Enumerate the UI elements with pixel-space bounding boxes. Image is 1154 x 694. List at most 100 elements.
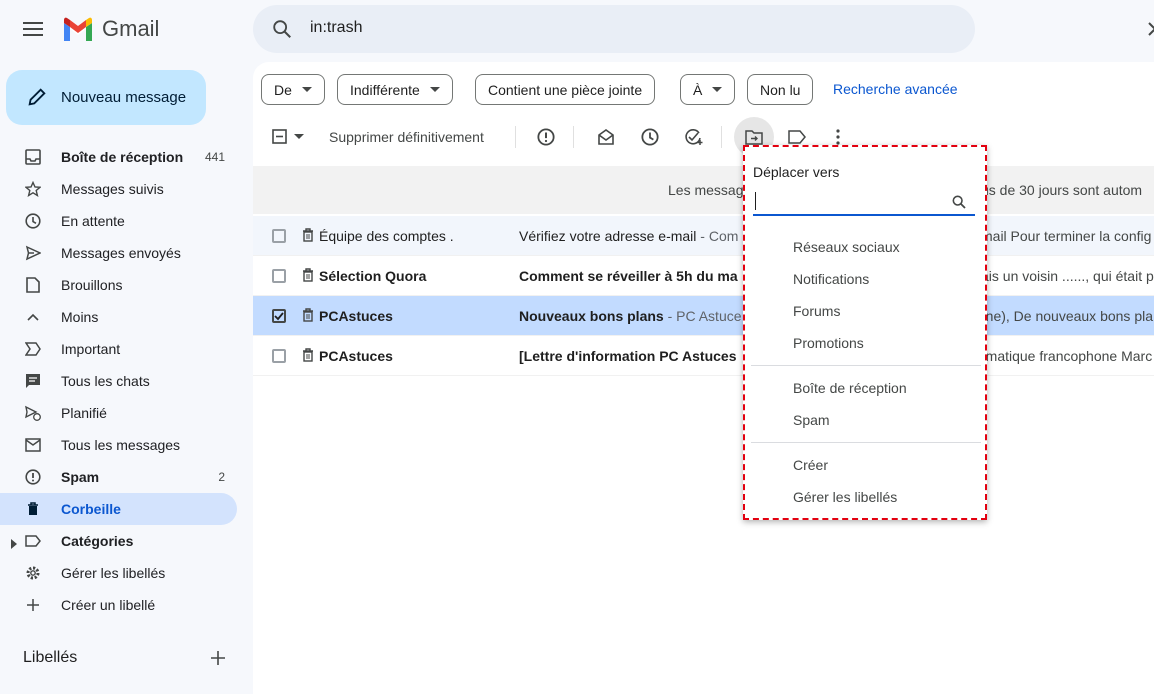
- compose-label: Nouveau message: [61, 89, 187, 106]
- text-cursor: [755, 192, 756, 210]
- add-to-tasks-icon[interactable]: [683, 126, 705, 148]
- table-row[interactable]: PCAstuces Nouveaux bons plans - PC Astuc…: [253, 296, 1154, 336]
- email-sender: Équipe des comptes .: [319, 228, 454, 244]
- search-bar[interactable]: in:trash: [253, 5, 1154, 53]
- app-name: Gmail: [102, 16, 160, 41]
- trash-icon: [302, 308, 314, 325]
- move-to-menu-title: Déplacer vers: [753, 164, 840, 180]
- sidebar-item-inbox[interactable]: Boîte de réception 441: [0, 141, 237, 173]
- email-subject: Nouveaux bons plans - PC Astuce: [519, 308, 742, 324]
- important-icon: [24, 340, 42, 358]
- draft-file-icon: [24, 276, 42, 294]
- dropdown-arrow-icon: [301, 86, 312, 92]
- table-row[interactable]: Équipe des comptes . Vérifiez votre adre…: [253, 216, 1154, 256]
- add-label-plus-icon[interactable]: [208, 648, 228, 673]
- menu-item-inbox[interactable]: Boîte de réception: [793, 380, 907, 396]
- move-to-menu: Déplacer vers Réseaux sociaux Notificati…: [743, 145, 987, 520]
- clock-icon: [24, 212, 42, 230]
- toolbar-divider: [573, 126, 574, 148]
- expand-arrow-icon[interactable]: [11, 536, 17, 554]
- clear-search-icon[interactable]: [1143, 17, 1154, 46]
- menu-item-notifications[interactable]: Notifications: [793, 271, 869, 287]
- menu-item-create[interactable]: Créer: [793, 457, 828, 473]
- scheduled-send-icon: [24, 404, 42, 422]
- email-sender: Sélection Quora: [319, 268, 427, 284]
- menu-item-spam[interactable]: Spam: [793, 412, 830, 428]
- table-row[interactable]: PCAstuces [Lettre d'information PC Astuc…: [253, 336, 1154, 376]
- main-menu-button[interactable]: [18, 14, 48, 44]
- gmail-logo[interactable]: Gmail: [62, 16, 159, 42]
- trash-notice-banner: Les messag us de 30 jours sont autom: [253, 166, 1154, 214]
- trash-notice-text-right: us de 30 jours sont autom: [981, 182, 1143, 198]
- filter-to-chip[interactable]: À: [680, 74, 736, 105]
- sidebar-item-scheduled[interactable]: Planifié: [0, 397, 237, 429]
- sidebar-item-starred[interactable]: Messages suivis: [0, 173, 237, 205]
- snooze-clock-icon[interactable]: [639, 126, 661, 148]
- sidebar-item-sent[interactable]: Messages envoyés: [0, 237, 237, 269]
- main-pane: De Indifférente Contient une pièce joint…: [253, 62, 1154, 694]
- sidebar-nav: Boîte de réception 441 Messages suivis E…: [0, 141, 240, 621]
- sidebar-item-manage-labels[interactable]: Gérer les libellés: [0, 557, 237, 589]
- select-dropdown-icon[interactable]: [288, 126, 310, 148]
- row-checkbox[interactable]: [272, 269, 286, 283]
- spam-icon: [24, 468, 42, 486]
- trash-icon: [24, 500, 42, 518]
- menu-item-manage-labels[interactable]: Gérer les libellés: [793, 489, 897, 505]
- checkmark-icon: [274, 312, 284, 321]
- dropdown-arrow-icon: [712, 86, 723, 92]
- sidebar-item-chats[interactable]: Tous les chats: [0, 365, 237, 397]
- filter-from-chip[interactable]: De: [261, 74, 325, 105]
- send-icon: [24, 244, 42, 262]
- all-mail-icon: [24, 436, 42, 454]
- sidebar-item-all-mail[interactable]: Tous les messages: [0, 429, 237, 461]
- sidebar-item-trash[interactable]: Corbeille: [0, 493, 237, 525]
- trash-notice-text: Les messag: [668, 182, 744, 198]
- email-snippet-tail: mail Pour terminer la config: [981, 228, 1152, 244]
- row-checkbox[interactable]: [272, 349, 286, 363]
- trash-icon: [302, 268, 314, 285]
- gmail-m-icon: [64, 17, 92, 41]
- menu-divider: [751, 365, 981, 366]
- advanced-search-link[interactable]: Recherche avancée: [833, 81, 958, 97]
- menu-item-forums[interactable]: Forums: [793, 303, 840, 319]
- row-checkbox-checked[interactable]: [272, 309, 286, 323]
- sidebar-item-important[interactable]: Important: [0, 333, 237, 365]
- email-sender: PCAstuces: [319, 308, 393, 324]
- email-subject: Vérifiez votre adresse e-mail - Com: [519, 228, 739, 244]
- email-snippet-tail: ais un voisin ......, qui était p: [981, 268, 1154, 284]
- compose-button[interactable]: Nouveau message: [6, 70, 206, 125]
- email-sender: PCAstuces: [319, 348, 393, 364]
- mark-as-read-icon[interactable]: [595, 126, 617, 148]
- labels-heading: Libellés: [23, 649, 78, 666]
- sidebar-item-snoozed[interactable]: En attente: [0, 205, 237, 237]
- filter-time-chip[interactable]: Indifférente: [337, 74, 453, 105]
- table-row[interactable]: Sélection Quora Comment se réveiller à 5…: [253, 256, 1154, 296]
- filter-attachment-chip[interactable]: Contient une pièce jointe: [475, 74, 656, 105]
- report-spam-icon[interactable]: [535, 126, 557, 148]
- trash-icon: [302, 348, 314, 365]
- gear-icon: [24, 564, 42, 582]
- sidebar-item-less[interactable]: Moins: [0, 301, 237, 333]
- search-icon[interactable]: [271, 18, 293, 45]
- filter-unread-chip[interactable]: Non lu: [747, 74, 814, 105]
- dropdown-arrow-icon: [429, 86, 440, 92]
- plus-icon: [24, 596, 42, 614]
- row-checkbox[interactable]: [272, 229, 286, 243]
- delete-forever-button[interactable]: Supprimer définitivement: [329, 129, 484, 145]
- email-snippet-tail: (ne), De nouveaux bons pla: [981, 308, 1153, 324]
- search-input[interactable]: in:trash: [310, 19, 362, 37]
- toolbar-divider: [721, 126, 722, 148]
- sidebar-item-create-label[interactable]: Créer un libellé: [0, 589, 237, 621]
- email-subject: Comment se réveiller à 5h du ma: [519, 268, 738, 284]
- sidebar-item-categories[interactable]: Catégories: [0, 525, 237, 557]
- pencil-icon: [26, 86, 48, 113]
- menu-item-social[interactable]: Réseaux sociaux: [793, 239, 900, 255]
- menu-item-promotions[interactable]: Promotions: [793, 335, 864, 351]
- move-to-search-input[interactable]: [753, 190, 975, 216]
- toolbar-divider: [515, 126, 516, 148]
- sidebar-item-spam[interactable]: Spam 2: [0, 461, 237, 493]
- hamburger-icon: [23, 22, 43, 36]
- chevron-up-icon: [24, 308, 42, 326]
- label-icon: [24, 532, 42, 550]
- sidebar-item-drafts[interactable]: Brouillons: [0, 269, 237, 301]
